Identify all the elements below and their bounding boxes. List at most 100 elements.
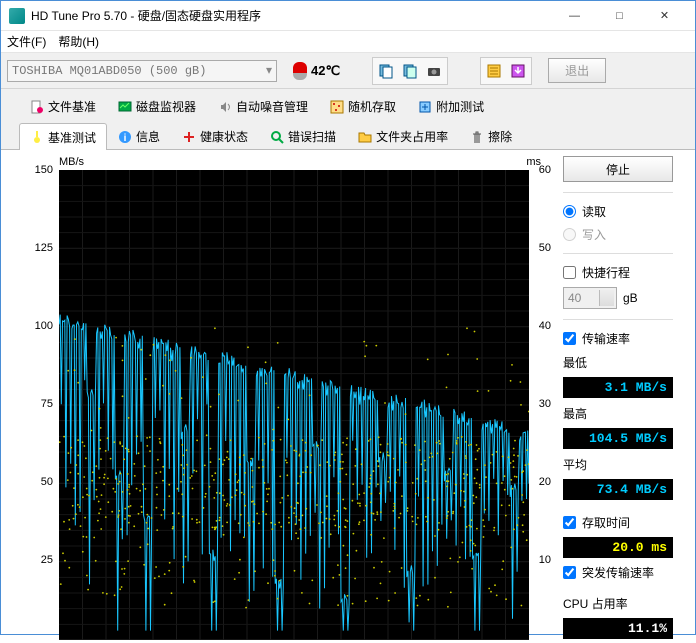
drive-select-value: TOSHIBA MQ01ABD050 (500 gB)	[12, 64, 206, 78]
minimize-button[interactable]: —	[552, 2, 597, 30]
block-size-value: 40	[568, 291, 581, 305]
max-label: 最高	[563, 405, 673, 422]
toolbar-group-2	[480, 57, 532, 85]
tab-label: 错误扫描	[288, 128, 336, 145]
transfer-rate-row[interactable]: 传输速率	[563, 330, 673, 347]
max-value: 104.5 MB/s	[563, 428, 673, 449]
save-button[interactable]	[507, 60, 529, 82]
block-size-row: 40 gB	[563, 287, 673, 309]
tab-folder-usage[interactable]: 文件夹占用率	[347, 123, 459, 149]
y-tick-l-150: 150	[19, 164, 53, 176]
tab-label: 文件夹占用率	[376, 128, 448, 145]
tab-info[interactable]: i 信息	[107, 123, 171, 149]
block-size-spinner[interactable]: 40	[563, 287, 617, 309]
y-tick-r-60: 60	[539, 164, 551, 176]
y-tick-l-75: 75	[19, 398, 53, 410]
tab-erase[interactable]: 擦除	[459, 123, 523, 149]
tabs-row-1: 文件基准 磁盘监视器 自动噪音管理 随机存取 附加测试	[1, 89, 695, 120]
tab-label: 磁盘监视器	[136, 98, 196, 115]
read-radio[interactable]	[563, 205, 576, 218]
y-tick-r-10: 10	[539, 554, 551, 566]
write-label: 写入	[582, 226, 606, 243]
spacer	[563, 506, 673, 508]
y-tick-r-40: 40	[539, 320, 551, 332]
tab-label: 基准测试	[48, 129, 96, 146]
short-stroke-checkbox[interactable]	[563, 266, 576, 279]
read-radio-row[interactable]: 读取	[563, 203, 673, 220]
short-stroke-label: 快捷行程	[582, 264, 630, 281]
tab-disk-monitor[interactable]: 磁盘监视器	[107, 93, 207, 119]
menu-file[interactable]: 文件(F)	[7, 33, 46, 50]
write-radio-row: 写入	[563, 226, 673, 243]
random-access-icon	[330, 100, 344, 114]
maximize-button[interactable]: □	[597, 2, 642, 30]
access-time-checkbox[interactable]	[563, 516, 576, 529]
cpu-value: 11.1%	[563, 618, 673, 639]
tab-error-scan[interactable]: 错误扫描	[259, 123, 347, 149]
y-tick-l-50: 50	[19, 476, 53, 488]
avg-value: 73.4 MB/s	[563, 479, 673, 500]
tab-label: 自动噪音管理	[236, 98, 308, 115]
y-tick-l-125: 125	[19, 242, 53, 254]
tab-health[interactable]: 健康状态	[171, 123, 259, 149]
tab-aam[interactable]: 自动噪音管理	[207, 93, 319, 119]
burst-rate-row[interactable]: 突发传输速率	[563, 564, 673, 581]
y-tick-r-20: 20	[539, 476, 551, 488]
copy-text-button[interactable]	[399, 60, 421, 82]
tab-label: 文件基准	[48, 98, 96, 115]
thermometer-icon	[293, 62, 307, 80]
menubar: 文件(F) 帮助(H)	[1, 31, 695, 53]
tab-extra-tests[interactable]: 附加测试	[407, 93, 495, 119]
screenshot-button[interactable]	[423, 60, 445, 82]
chart-area: MB/s ms 150 125 100 75 50 25 60 50 40 30…	[19, 156, 553, 639]
tab-label: 擦除	[488, 128, 512, 145]
transfer-rate-checkbox[interactable]	[563, 332, 576, 345]
error-scan-icon	[270, 130, 284, 144]
tab-label: 健康状态	[200, 128, 248, 145]
spacer	[563, 587, 673, 588]
cpu-label: CPU 占用率	[563, 595, 673, 612]
benchmark-icon	[30, 130, 44, 144]
transfer-rate-label: 传输速率	[582, 330, 630, 347]
short-stroke-row[interactable]: 快捷行程	[563, 264, 673, 281]
tab-label: 随机存取	[348, 98, 396, 115]
tab-benchmark[interactable]: 基准测试	[19, 123, 107, 150]
access-time-row[interactable]: 存取时间	[563, 514, 673, 531]
y-tick-l-100: 100	[19, 320, 53, 332]
chart-svg	[59, 170, 529, 640]
read-label: 读取	[582, 203, 606, 220]
benchmark-chart	[59, 170, 529, 640]
stop-button[interactable]: 停止	[563, 156, 673, 182]
tab-random-access[interactable]: 随机存取	[319, 93, 407, 119]
copy-info-button[interactable]	[375, 60, 397, 82]
file-benchmark-icon	[30, 100, 44, 114]
tab-file-benchmark[interactable]: 文件基准	[19, 93, 107, 119]
disk-monitor-icon	[118, 100, 132, 114]
close-button[interactable]: ✕	[642, 2, 687, 30]
tab-label: 信息	[136, 128, 160, 145]
toolbar-group-1	[372, 57, 448, 85]
menu-help[interactable]: 帮助(H)	[58, 33, 99, 50]
min-label: 最低	[563, 354, 673, 371]
divider	[563, 319, 673, 320]
content-area: MB/s ms 150 125 100 75 50 25 60 50 40 30…	[1, 150, 695, 639]
burst-rate-checkbox[interactable]	[563, 566, 576, 579]
block-size-unit: gB	[623, 291, 638, 305]
options-button[interactable]	[483, 60, 505, 82]
y-tick-r-30: 30	[539, 398, 551, 410]
divider	[563, 253, 673, 254]
window-controls: — □ ✕	[552, 2, 687, 30]
extra-tests-icon	[418, 100, 432, 114]
divider	[563, 192, 673, 193]
drive-select[interactable]: TOSHIBA MQ01ABD050 (500 gB)	[7, 60, 277, 82]
tabs-row-2: 基准测试 i 信息 健康状态 错误扫描 文件夹占用率 擦除	[1, 119, 695, 150]
temperature: 42℃	[293, 62, 340, 80]
info-icon: i	[118, 130, 132, 144]
access-time-value: 20.0 ms	[563, 537, 673, 558]
temperature-value: 42℃	[311, 63, 340, 79]
min-value: 3.1 MB/s	[563, 377, 673, 398]
exit-button[interactable]: 退出	[548, 58, 606, 83]
health-icon	[182, 130, 196, 144]
window-title: HD Tune Pro 5.70 - 硬盘/固态硬盘实用程序	[31, 7, 552, 24]
side-panel: 停止 读取 写入 快捷行程 40 gB 传输速率 最低 3.1 MB/s 最高 …	[553, 156, 673, 639]
